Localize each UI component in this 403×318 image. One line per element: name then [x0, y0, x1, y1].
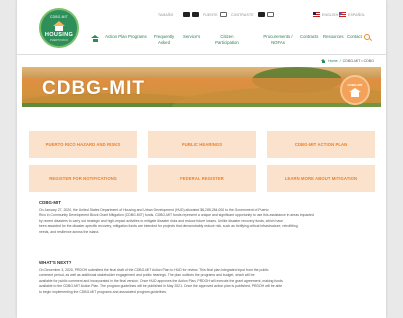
register-notifications-button[interactable]: REGISTER FOR NOTIFICATIONS [29, 165, 137, 192]
badge-text: CDBG-MIT [347, 83, 363, 87]
page: TAMAÑO FUENTE CONTRASTE ENGLISH ESPAÑOL … [17, 0, 386, 318]
text-size-large-button[interactable] [192, 12, 199, 17]
search-icon[interactable] [364, 34, 370, 40]
section-paragraph-whats-next: On December 3, 2020, PRDOH submitted the… [39, 268, 371, 295]
nav-item-action-plan[interactable]: Action Plan [105, 34, 127, 40]
federal-register-button[interactable]: FEDERAL REGISTER [148, 165, 256, 192]
text-size-label: TAMAÑO [158, 13, 174, 17]
action-plan-button[interactable]: CDBG-MIT ACTION PLAN [267, 131, 375, 158]
cdbg-mit-badge: CDBG-MIT [340, 75, 370, 105]
breadcrumb: Home / CDBG-MIT • CDBG [321, 59, 374, 63]
text-size-small-button[interactable] [183, 12, 190, 17]
breadcrumb-separator: / [339, 59, 341, 63]
site-logo[interactable]: CDBG-MIT HOUSING PUERTO RICO [39, 8, 79, 48]
section-paragraph-cdbg-mit: On January 27, 2020, the United States D… [39, 208, 371, 235]
nav-item-services[interactable]: Service's [183, 34, 200, 40]
nav-item-citizen-participation[interactable]: Citizen Participation [210, 34, 244, 46]
breadcrumb-current: CDBG-MIT • CDBG [342, 59, 374, 63]
nav-item-contact[interactable]: Contact [347, 34, 362, 40]
pr-flag-icon [339, 12, 346, 17]
us-flag-icon [313, 12, 320, 17]
nav-item-procurements[interactable]: Procurements / NOFAs [258, 34, 298, 46]
nav-item-resources[interactable]: Resources [323, 34, 344, 40]
language-spanish-link[interactable]: ESPAÑOL [348, 13, 365, 17]
breadcrumb-home-link[interactable]: Home [328, 59, 338, 63]
header-divider [17, 54, 386, 55]
contrast-light-button[interactable] [267, 12, 274, 17]
contrast-label: CONTRASTE [231, 13, 254, 17]
logo-main-text: HOUSING [44, 31, 74, 38]
logo-top-text: CDBG-MIT [50, 14, 68, 19]
page-title: CDBG-MIT [42, 78, 145, 99]
house-icon [349, 88, 361, 97]
hero-banner: CDBG-MIT [22, 67, 381, 107]
language-english-link[interactable]: ENGLISH [322, 13, 338, 17]
contrast-dark-button[interactable] [258, 12, 265, 17]
house-icon [52, 20, 66, 31]
font-toggle-button[interactable] [220, 12, 227, 17]
nav-item-frequently-asked[interactable]: Frequently Asked [149, 34, 179, 46]
public-hearings-button[interactable]: PUBLIC HEARINGS [148, 131, 256, 158]
paragraph-line: to begin implementing the CDBG-MIT progr… [39, 289, 167, 294]
logo-sub-text: PUERTO RICO [50, 38, 68, 42]
nav-item-programs[interactable]: Programs [128, 34, 147, 40]
breadcrumb-home-icon [321, 59, 326, 63]
section-heading-whats-next: WHAT'S NEXT? [39, 260, 72, 265]
home-icon[interactable] [91, 35, 99, 42]
hazard-risks-button[interactable]: PUERTO RICO HAZARD AND RISKS [29, 131, 137, 158]
font-label: FUENTE [203, 13, 218, 17]
paragraph-line: needs, and resilience across the island. [39, 229, 100, 234]
nav-item-contracts[interactable]: Contracts [300, 34, 318, 40]
section-heading-cdbg-mit: CDBG-MIT [39, 200, 61, 205]
learn-mitigation-button[interactable]: LEARN MORE ABOUT MITIGATION [267, 165, 375, 192]
